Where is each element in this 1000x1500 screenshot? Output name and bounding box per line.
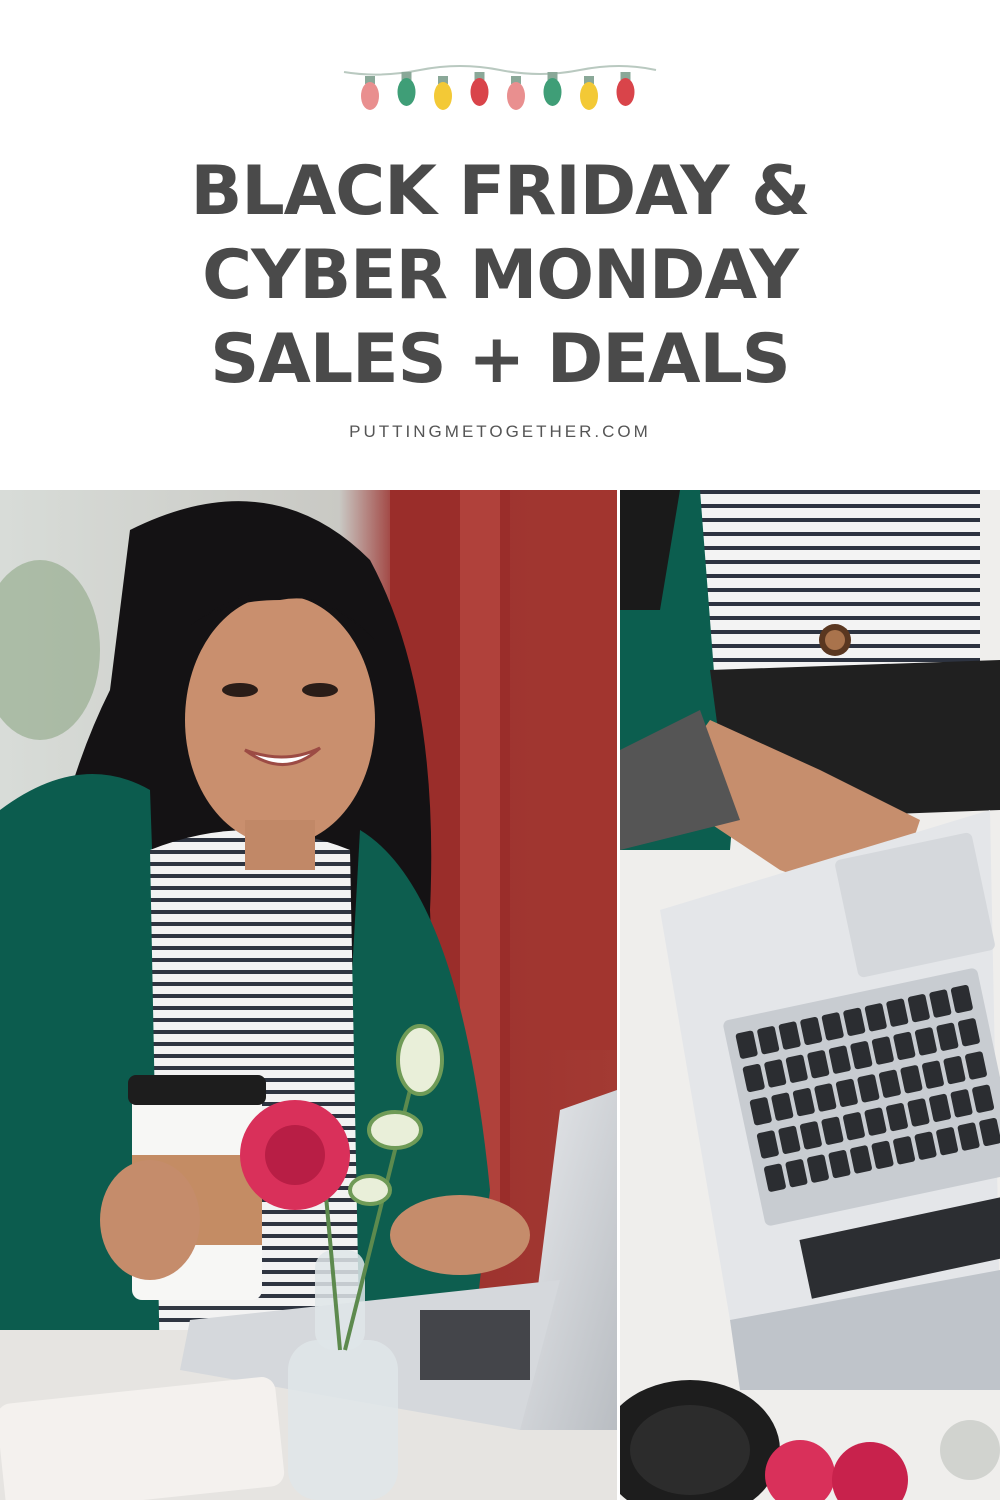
light-bulb [361, 82, 379, 110]
photo-overhead-laptop [620, 490, 1000, 1500]
light-bulb [616, 78, 635, 106]
light-bulb [397, 78, 416, 106]
light-bulb [507, 82, 525, 110]
title-line-3: SALES + DEALS [210, 320, 791, 399]
light-bulb [434, 82, 452, 110]
header: BLACK FRIDAY & CYBER MONDAY SALES + DEAL… [0, 0, 1000, 490]
light-bulb [543, 78, 562, 106]
string-lights-icon [343, 65, 657, 110]
page-title: BLACK FRIDAY & CYBER MONDAY SALES + DEAL… [0, 150, 1000, 402]
light-bulb [470, 78, 489, 106]
title-line-1: BLACK FRIDAY & [190, 152, 811, 231]
site-url: PUTTINGMETOGETHER.COM [349, 422, 651, 441]
light-bulb [580, 82, 598, 110]
title-line-2: CYBER MONDAY [202, 236, 799, 315]
photo-woman-laptop [0, 490, 617, 1500]
